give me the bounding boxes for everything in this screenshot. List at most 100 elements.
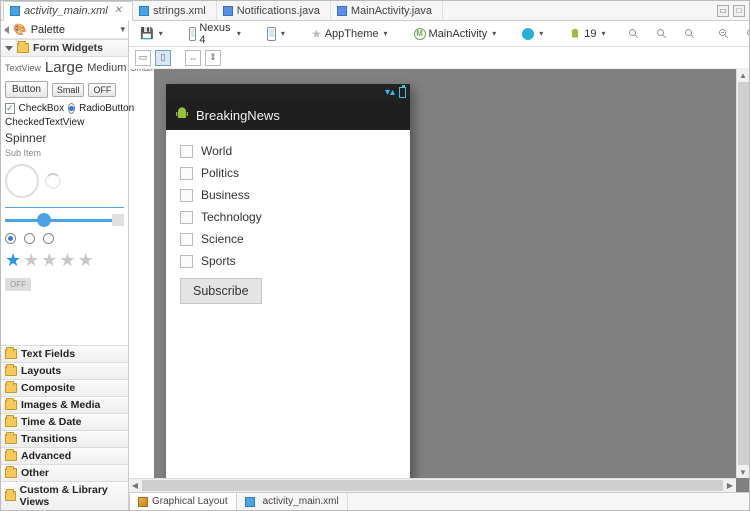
orientation-selector[interactable]: ▾ xyxy=(262,24,290,44)
radiobutton-widget[interactable]: RadioButton xyxy=(79,103,134,114)
button-widget[interactable]: Button xyxy=(5,81,48,98)
align-option-1[interactable]: ⇔ xyxy=(185,50,201,66)
view-option-2[interactable]: ▯ xyxy=(155,50,171,66)
scroll-left-icon[interactable]: ◀ xyxy=(129,480,141,492)
app-bar: BreakingNews xyxy=(166,100,410,130)
scroll-right-icon[interactable]: ▶ xyxy=(724,480,736,492)
radio-on-widget[interactable] xyxy=(5,233,16,244)
palette-section-form-widgets[interactable]: Form Widgets xyxy=(1,39,128,57)
progress-large-widget[interactable] xyxy=(5,164,39,198)
save-icon[interactable]: 💾▾ xyxy=(135,24,168,43)
sub-item-widget[interactable]: Sub Item xyxy=(5,148,124,158)
locale-selector[interactable]: ▾ xyxy=(517,25,548,43)
palette-category-images-media[interactable]: Images & Media xyxy=(1,396,128,413)
palette-category-composite[interactable]: Composite xyxy=(1,379,128,396)
editor-tab-strip: activity_main.xml ✕ strings.xml Notifica… xyxy=(1,1,749,21)
zoom-100-icon[interactable] xyxy=(679,25,701,43)
wifi-icon: ▾▴ xyxy=(385,87,395,98)
checkbox-icon: ✓ xyxy=(5,103,15,114)
subscribe-button[interactable]: Subscribe xyxy=(180,278,262,304)
editor-tab-strings[interactable]: strings.xml xyxy=(133,1,217,21)
align-option-2[interactable]: ⇕ xyxy=(205,50,221,66)
off-button-widget[interactable]: OFF xyxy=(88,83,116,97)
checkbox-icon xyxy=(180,211,193,224)
star-icon: ★ xyxy=(59,251,75,269)
checkbox-icon xyxy=(180,233,193,246)
phone-icon xyxy=(267,27,276,41)
editor-tab-mainactivity[interactable]: MainActivity.java xyxy=(331,1,443,21)
api-selector[interactable]: 19▾ xyxy=(564,25,610,43)
checkedtextview-widget[interactable]: CheckedTextView xyxy=(5,117,124,128)
palette-category-other[interactable]: Other xyxy=(1,464,128,481)
checkbox-icon xyxy=(180,255,193,268)
zoom-reset-icon[interactable] xyxy=(651,25,673,43)
palette-category-custom[interactable]: Custom & Library Views xyxy=(1,481,128,510)
editor-tab-label: activity_main.xml xyxy=(24,5,108,17)
scroll-down-icon[interactable]: ▼ xyxy=(737,466,749,478)
close-tab-icon[interactable]: ✕ xyxy=(114,5,122,16)
java-file-icon xyxy=(223,6,233,16)
palette-category-text-fields[interactable]: Text Fields xyxy=(1,345,128,362)
designer-toolbar: 💾▾ Nexus 4▾ ▾ ★AppTheme▾ MMainActivity▾ … xyxy=(129,21,749,47)
designer-subtoolbar: ▭ ▯ ⇔ ⇕ xyxy=(129,47,749,69)
folder-icon xyxy=(5,383,17,393)
folder-icon xyxy=(5,434,17,444)
view-option-1[interactable]: ▭ xyxy=(135,50,151,66)
palette-category-advanced[interactable]: Advanced xyxy=(1,447,128,464)
maximize-view-icon[interactable]: □ xyxy=(733,5,745,17)
medium-text-widget[interactable]: Medium xyxy=(87,62,126,74)
toggle-off-widget[interactable]: OFF xyxy=(5,278,31,291)
folder-icon xyxy=(5,417,17,427)
radio-off-widget[interactable] xyxy=(24,233,35,244)
textview-widget[interactable]: TextView xyxy=(5,63,41,73)
designer-canvas[interactable]: ▾▴ BreakingNews World Politics Business … xyxy=(129,69,749,492)
vertical-scrollbar[interactable]: ▲ ▼ xyxy=(736,69,749,478)
checkbox-politics[interactable]: Politics xyxy=(180,162,396,184)
folder-icon xyxy=(5,400,17,410)
graphical-layout-icon xyxy=(138,497,148,507)
checkbox-widget[interactable]: CheckBox xyxy=(19,103,65,114)
folder-icon xyxy=(5,349,17,359)
xml-file-icon xyxy=(139,6,149,16)
zoom-in-icon[interactable] xyxy=(741,25,750,43)
device-preview: ▾▴ BreakingNews World Politics Business … xyxy=(166,84,410,492)
radio-off-widget[interactable] xyxy=(43,233,54,244)
checkbox-technology[interactable]: Technology xyxy=(180,206,396,228)
ratingbar-widget[interactable]: ★ ★ ★ ★ ★ xyxy=(5,251,124,269)
collapse-left-icon[interactable] xyxy=(4,26,9,34)
folder-icon xyxy=(17,43,29,53)
horizontal-scrollbar[interactable]: ◀ ▶ xyxy=(129,478,736,492)
progress-small-widget[interactable] xyxy=(45,173,61,189)
editor-tab-activity-main[interactable]: activity_main.xml ✕ xyxy=(3,1,133,21)
scroll-up-icon[interactable]: ▲ xyxy=(737,69,749,81)
palette-panel: 🎨Palette ▾ Form Widgets TextView Large M… xyxy=(1,21,129,510)
checkbox-business[interactable]: Business xyxy=(180,184,396,206)
checkbox-world[interactable]: World xyxy=(180,140,396,162)
theme-selector[interactable]: ★AppTheme▾ xyxy=(306,24,393,44)
tab-xml-source[interactable]: activity_main.xml xyxy=(237,493,348,511)
editor-tab-notifications[interactable]: Notifications.java xyxy=(217,1,331,21)
zoom-fit-icon[interactable] xyxy=(623,25,645,43)
phone-icon xyxy=(189,27,197,41)
palette-title: Palette xyxy=(31,24,65,36)
checkbox-sports[interactable]: Sports xyxy=(180,250,396,272)
star-icon: ★ xyxy=(78,251,94,269)
seekbar-widget[interactable] xyxy=(5,219,124,222)
tab-graphical-layout[interactable]: Graphical Layout xyxy=(129,493,237,511)
spinner-widget[interactable]: Spinner xyxy=(5,131,124,145)
android-icon xyxy=(174,106,190,125)
palette-category-time-date[interactable]: Time & Date xyxy=(1,413,128,430)
app-title: BreakingNews xyxy=(196,108,280,123)
palette-category-layouts[interactable]: Layouts xyxy=(1,362,128,379)
large-text-widget[interactable]: Large xyxy=(45,59,83,76)
activity-selector[interactable]: MMainActivity▾ xyxy=(409,25,502,43)
checkbox-science[interactable]: Science xyxy=(180,228,396,250)
palette-category-list: Text Fields Layouts Composite Images & M… xyxy=(1,345,128,510)
minimize-view-icon[interactable]: ▭ xyxy=(717,5,729,17)
radio-icon xyxy=(68,103,75,114)
small-button-widget[interactable]: Small xyxy=(52,83,85,97)
chevron-down-icon[interactable]: ▾ xyxy=(120,24,125,35)
palette-category-transitions[interactable]: Transitions xyxy=(1,430,128,447)
device-selector[interactable]: Nexus 4▾ xyxy=(184,19,246,49)
zoom-out-icon[interactable] xyxy=(713,25,735,43)
